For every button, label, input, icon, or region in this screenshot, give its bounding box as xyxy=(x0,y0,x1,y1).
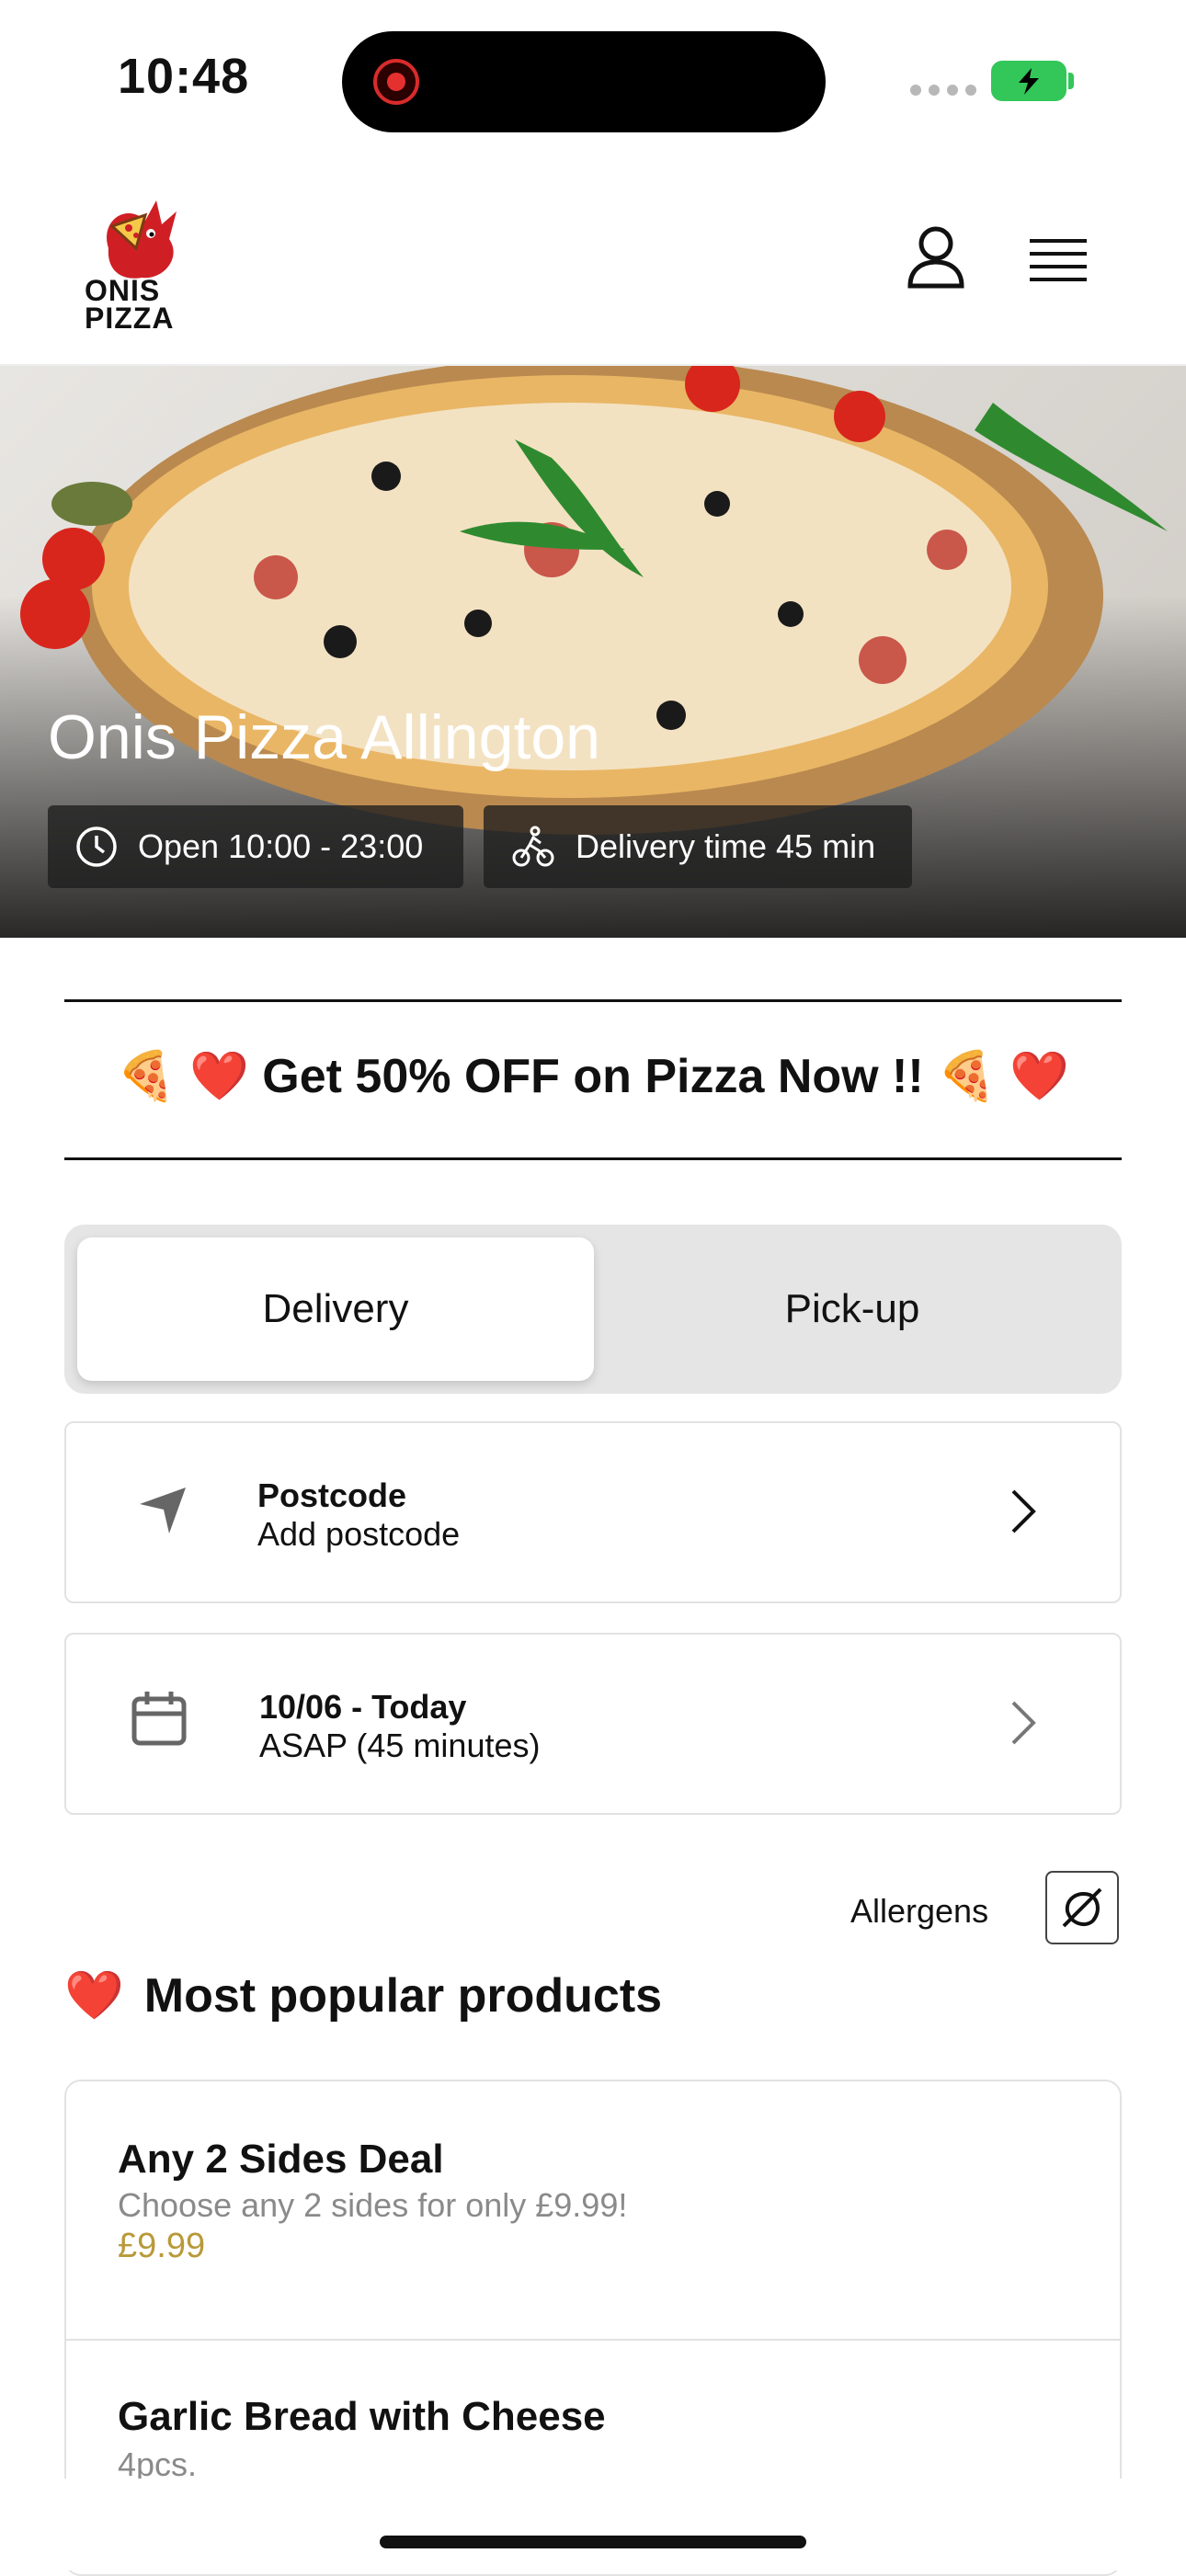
bottom-safe-area xyxy=(0,2479,1186,2570)
product-name: Any 2 Sides Deal xyxy=(118,2137,444,2182)
tab-pickup[interactable]: Pick-up xyxy=(594,1237,1111,1381)
delivery-time-text: Delivery time 45 min xyxy=(576,827,876,865)
opening-hours-badge: Open 10:00 - 23:00 xyxy=(48,805,463,888)
heart-icon: ❤️ xyxy=(64,1969,124,2023)
popular-products-heading: ❤️ Most popular products xyxy=(64,1967,662,2023)
restaurant-name: Onis Pizza Allington xyxy=(48,702,600,772)
postcode-selector[interactable]: Postcode Add postcode xyxy=(64,1421,1122,1603)
battery-cap xyxy=(1068,73,1074,89)
promo-bottom-line xyxy=(64,1157,1122,1160)
popular-products-title: Most popular products xyxy=(143,1968,663,2023)
home-indicator[interactable] xyxy=(380,2536,806,2548)
schedule-date: 10/06 - Today xyxy=(259,1688,467,1726)
delivery-time-selector[interactable]: 10/06 - Today ASAP (45 minutes) xyxy=(64,1633,1122,1815)
clock-icon xyxy=(76,826,117,867)
signal-icon xyxy=(910,85,976,96)
dynamic-island xyxy=(342,31,826,132)
bicycle-courier-icon xyxy=(512,826,554,867)
product-name: Garlic Bread with Cheese xyxy=(118,2394,606,2439)
battery-icon xyxy=(991,61,1066,101)
logo-text-bottom: PIZZA xyxy=(85,302,175,335)
chevron-right-icon xyxy=(1011,1489,1036,1533)
promo-banner: 🍕 ❤️ Get 50% OFF on Pizza Now !! 🍕 ❤️ xyxy=(116,1050,1070,1103)
postcode-value: Add postcode xyxy=(257,1515,461,1553)
postcode-label: Postcode xyxy=(257,1476,407,1514)
calendar-icon xyxy=(131,1692,187,1746)
location-arrow-icon xyxy=(140,1487,186,1533)
product-description: Choose any 2 sides for only £9.99! xyxy=(118,2186,628,2224)
product-price: £9.99 xyxy=(118,2227,206,2265)
opening-hours-text: Open 10:00 - 23:00 xyxy=(138,827,424,865)
schedule-time: ASAP (45 minutes) xyxy=(259,1727,541,1764)
delivery-time-badge: Delivery time 45 min xyxy=(484,805,912,888)
allergens-button[interactable] xyxy=(1045,1871,1119,1944)
allergens-label[interactable]: Allergens xyxy=(850,1892,988,1931)
promo-top-line xyxy=(64,999,1122,1002)
tab-delivery[interactable]: Delivery xyxy=(77,1237,594,1381)
onis-pizza-logo[interactable]: ONIS PIZZA xyxy=(81,193,191,336)
hero-banner: Onis Pizza Allington Open 10:00 - 23:00 … xyxy=(0,366,1186,938)
screen-recording-icon xyxy=(373,59,419,105)
hamburger-menu-icon[interactable] xyxy=(1028,237,1089,293)
account-icon[interactable] xyxy=(906,225,966,296)
order-type-toggle: Delivery Pick-up xyxy=(64,1225,1122,1394)
list-item[interactable]: Any 2 Sides Deal Choose any 2 sides for … xyxy=(66,2081,1120,2339)
chevron-right-icon xyxy=(1011,1701,1036,1745)
status-time: 10:48 xyxy=(118,49,250,104)
allergen-filter-icon xyxy=(1062,1887,1102,1928)
